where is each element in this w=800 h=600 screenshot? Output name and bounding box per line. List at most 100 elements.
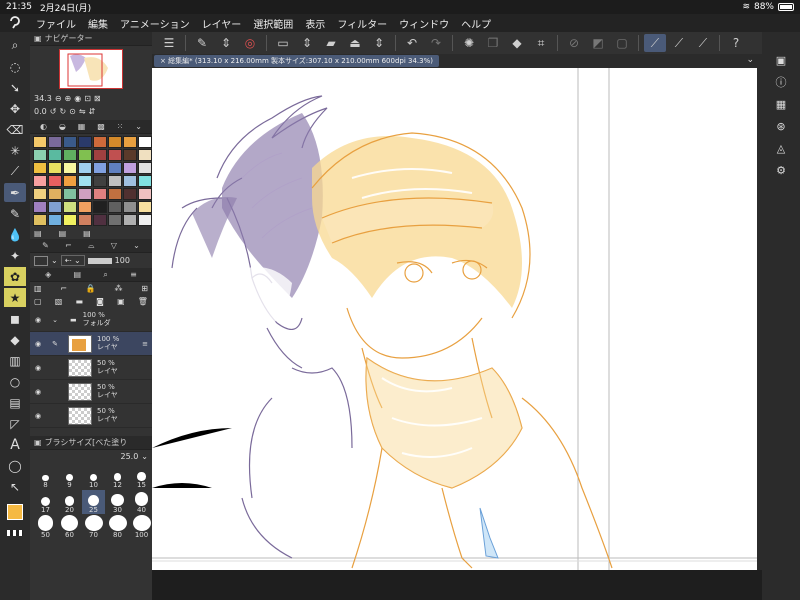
target-icon[interactable]: ◎ xyxy=(239,34,261,52)
color-swatch[interactable] xyxy=(33,162,47,174)
color-swatch[interactable] xyxy=(138,162,152,174)
menu-file[interactable]: ファイル xyxy=(30,16,82,31)
material-icon[interactable]: ▦ xyxy=(772,96,790,112)
color-swatch[interactable] xyxy=(78,175,92,187)
app-logo-icon[interactable] xyxy=(0,16,30,30)
blend-mode-icon[interactable] xyxy=(34,255,48,266)
menu-selection[interactable]: 選択範囲 xyxy=(247,16,299,31)
brush-size-option[interactable]: 15 xyxy=(130,465,153,489)
menu-layer[interactable]: レイヤー xyxy=(196,16,248,31)
color-swatch[interactable] xyxy=(123,136,137,148)
drawing-canvas[interactable] xyxy=(152,68,757,570)
tool-property-tab-icon[interactable]: ✎ xyxy=(42,241,49,250)
zoom-out-icon[interactable]: ⊖ xyxy=(55,94,62,103)
more-tab-icon[interactable]: ⌄ xyxy=(133,241,140,250)
brush-size-option[interactable]: 20 xyxy=(58,490,81,514)
color-swatch[interactable] xyxy=(93,201,107,213)
color-swatch[interactable] xyxy=(138,201,152,213)
delete-layer-icon[interactable]: 🗑 xyxy=(138,297,148,306)
flip-horizontal-icon[interactable]: ⇋ xyxy=(79,107,86,116)
new-folder-icon[interactable]: ▬ xyxy=(75,297,83,306)
layer-ref-icon[interactable]: ⁂ xyxy=(115,284,123,293)
color-swatch[interactable] xyxy=(108,149,122,161)
tab-close-icon[interactable]: × xyxy=(160,57,168,65)
text-icon[interactable]: A xyxy=(4,435,26,454)
ruler-icon[interactable]: ◸ xyxy=(4,414,26,433)
brush-size-option[interactable]: 9 xyxy=(58,465,81,489)
color-swatch[interactable] xyxy=(78,149,92,161)
color-swatch[interactable] xyxy=(78,188,92,200)
brush-size-option[interactable]: 10 xyxy=(82,465,105,489)
color-swatch[interactable] xyxy=(93,214,107,226)
visibility-eye-icon[interactable]: ◉ xyxy=(30,412,46,420)
layer-row[interactable]: ◉ 50 % レイヤ xyxy=(30,356,152,380)
color-swatch[interactable] xyxy=(78,214,92,226)
brush-size-option[interactable]: 80 xyxy=(106,515,129,539)
menu-filter[interactable]: フィルター xyxy=(331,16,393,31)
sub-tool-detail-tab-icon[interactable]: ⌓ xyxy=(88,241,94,251)
fit-icon[interactable]: ⊡ xyxy=(84,94,91,103)
flip-vertical-icon[interactable]: ⇵ xyxy=(89,107,96,116)
brush-size-option[interactable]: 17 xyxy=(34,490,57,514)
color-swatch[interactable] xyxy=(48,188,62,200)
layer-search-tab-icon[interactable]: ⌕ xyxy=(103,270,107,280)
opacity-slider[interactable] xyxy=(87,257,112,264)
layer-row[interactable]: ◉ 50 % レイヤ xyxy=(30,380,152,404)
redo-icon[interactable]: ↷ xyxy=(425,34,447,52)
layer-row[interactable]: ◉ 50 % レイヤ xyxy=(30,404,152,428)
figure-brush-icon[interactable]: ★ xyxy=(4,288,26,307)
brush-size-option[interactable]: 50 xyxy=(34,515,57,539)
perspective-snap-icon[interactable]: ⟋ xyxy=(692,34,714,52)
opacity-chevron-icon[interactable]: ⌄ xyxy=(51,256,58,265)
ellipse-icon[interactable]: ○ xyxy=(4,372,26,391)
move-icon[interactable]: ✥ xyxy=(4,99,26,118)
layer-property-tab-icon[interactable]: ▤ xyxy=(74,270,82,279)
approximate-color-tab-icon[interactable]: ⁙ xyxy=(117,122,124,131)
color-slider-tab-icon[interactable]: ◒ xyxy=(59,122,66,131)
color-swatch[interactable] xyxy=(123,149,137,161)
layer-lock-icon[interactable]: 🔒 xyxy=(86,284,96,293)
fill-icon[interactable]: ◆ xyxy=(506,34,528,52)
color-swatch[interactable] xyxy=(108,175,122,187)
apply-mask-icon[interactable]: ▣ xyxy=(117,297,125,306)
color-swatch[interactable] xyxy=(93,162,107,174)
color-swatch[interactable] xyxy=(48,136,62,148)
clear-selection-icon[interactable]: ⊘ xyxy=(563,34,585,52)
new-vector-layer-icon[interactable]: ▧ xyxy=(55,297,63,306)
color-swatch[interactable] xyxy=(123,201,137,213)
layer-mask-icon[interactable]: ⊞ xyxy=(141,284,148,293)
color-swatch[interactable] xyxy=(48,162,62,174)
color-swatch[interactable] xyxy=(63,201,77,213)
folder-expand-icon[interactable]: ⌄ xyxy=(46,316,64,324)
invert-selection-icon[interactable]: ◩ xyxy=(587,34,609,52)
brush-size-option[interactable]: 40 xyxy=(130,490,153,514)
color-swatch[interactable] xyxy=(93,188,107,200)
layer-row-folder[interactable]: ◉ ⌄ ▬ 100 % フォルダ xyxy=(30,308,152,332)
info-icon[interactable]: ⓘ xyxy=(772,74,790,90)
brush-size-option[interactable]: 60 xyxy=(58,515,81,539)
menu-help[interactable]: ヘルプ xyxy=(455,16,497,31)
color-swatch[interactable] xyxy=(123,214,137,226)
color-swatch[interactable] xyxy=(48,175,62,187)
color-swatch[interactable] xyxy=(138,188,152,200)
brush-size-option[interactable]: 70 xyxy=(82,515,105,539)
color-swatch[interactable] xyxy=(123,175,137,187)
color-swatch[interactable] xyxy=(108,136,122,148)
actual-size-icon[interactable]: ◉ xyxy=(74,94,81,103)
color-set-menu-icon[interactable]: ▤ xyxy=(34,229,42,238)
visibility-eye-icon[interactable]: ◉ xyxy=(30,340,46,348)
brush-size-option[interactable]: 12 xyxy=(106,465,129,489)
settings-icon[interactable]: ⚙ xyxy=(772,162,790,178)
pencil-icon[interactable]: ✎ xyxy=(4,204,26,223)
eraser-icon[interactable]: ⌫ xyxy=(4,120,26,139)
fill-bucket-icon[interactable]: ◆ xyxy=(4,330,26,349)
search-icon[interactable]: ⊛ xyxy=(772,118,790,134)
brush-size-option[interactable]: 30 xyxy=(106,490,129,514)
color-swatch[interactable] xyxy=(33,188,47,200)
color-swatch[interactable] xyxy=(108,214,122,226)
layer-drag-handle[interactable]: ≡ xyxy=(142,340,148,348)
new-file-icon[interactable]: ▭ xyxy=(272,34,294,52)
reset-rotation-icon[interactable]: ⊙ xyxy=(69,107,76,116)
color-set-tab-icon[interactable]: ▦ xyxy=(78,122,86,131)
color-swatch[interactable] xyxy=(78,136,92,148)
